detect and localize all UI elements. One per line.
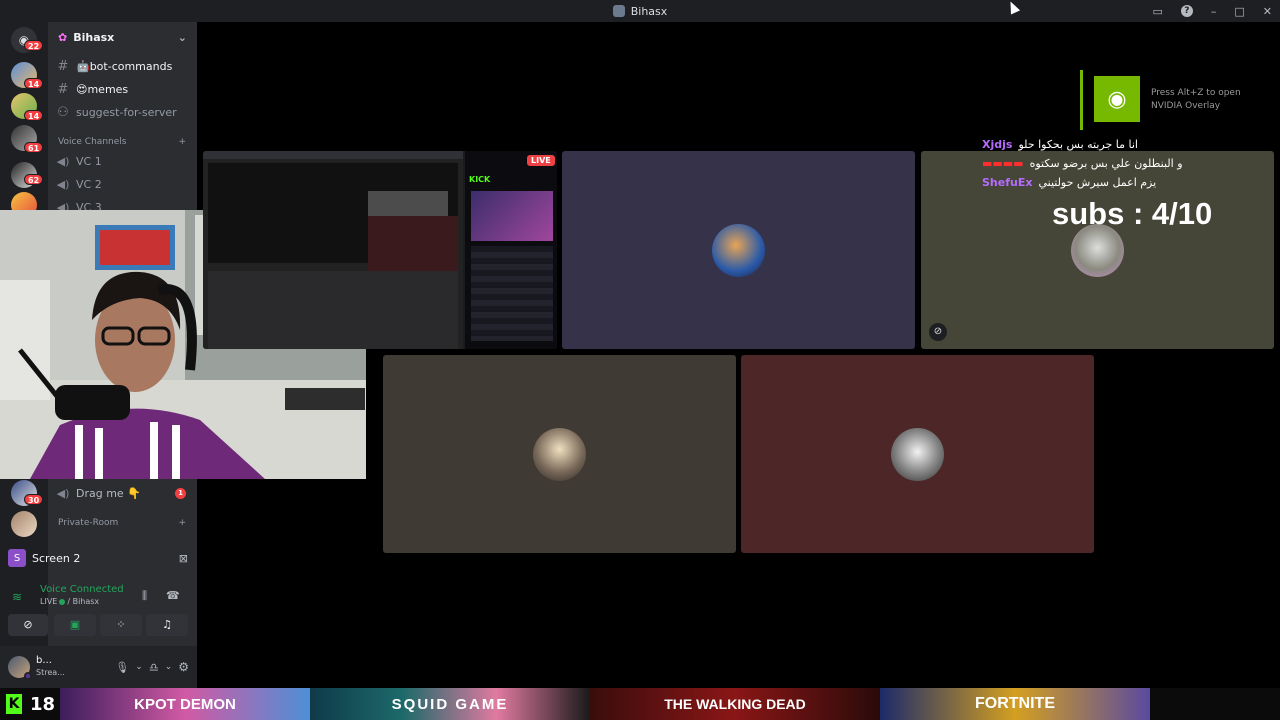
- category-private-room[interactable]: Private-Room +: [58, 518, 186, 528]
- channel-suggest[interactable]: ⚇ suggest-for-server: [56, 102, 177, 122]
- user-panel: b... Strea... 🎙 ⌄ ♎ ⌄ ⚙: [0, 646, 197, 688]
- inbox-icon[interactable]: ▭: [1152, 5, 1162, 18]
- server-header[interactable]: ✿ Bihasx ⌄: [48, 22, 197, 52]
- connection-icon: ≋: [12, 590, 23, 604]
- badge-count: 22: [24, 40, 44, 51]
- kick-viewer-count: 18: [30, 693, 56, 715]
- participant-tile[interactable]: [383, 355, 736, 553]
- chevron-down-icon[interactable]: ⌄: [135, 662, 143, 672]
- disconnect-icon[interactable]: ☎: [166, 589, 180, 602]
- add-channel-icon[interactable]: +: [178, 518, 186, 528]
- voice-status: Voice Connected: [40, 584, 124, 595]
- badge-count: 1: [175, 488, 186, 499]
- avatar: [533, 428, 586, 481]
- screen-share-button[interactable]: ▣: [54, 614, 96, 636]
- headphones-icon[interactable]: ♎: [149, 661, 159, 674]
- participant-tile[interactable]: [741, 355, 1094, 553]
- channel-bot-commands[interactable]: # 🤖bot-commands: [56, 56, 173, 76]
- voice-sub: LIVE / Bihasx: [40, 597, 100, 606]
- chat-message: ▬▬▬▬ و البنطلون علي بس برضو سكتوه: [982, 154, 1183, 173]
- chat-text: و البنطلون علي بس برضو سكتوه: [1029, 157, 1183, 170]
- stream-tile[interactable]: KICK LIVE: [203, 151, 557, 349]
- user-info[interactable]: b... Strea...: [36, 655, 65, 679]
- maximize-button[interactable]: □: [1234, 5, 1244, 18]
- stop-stream-icon[interactable]: ⊠: [179, 552, 188, 565]
- mic-icon[interactable]: 🎙: [115, 661, 129, 674]
- window-controls: ▭ ? – □ ✕: [1152, 0, 1272, 22]
- chat-username: ShefuEx: [982, 176, 1033, 189]
- close-button[interactable]: ✕: [1263, 5, 1272, 18]
- minimize-button[interactable]: –: [1211, 5, 1217, 18]
- badge-count: 61: [24, 142, 44, 153]
- speaker-icon: ◀): [56, 177, 70, 191]
- live-badge: LIVE: [527, 155, 555, 166]
- activities-button[interactable]: ⁘: [100, 614, 142, 636]
- hash-icon: #: [57, 58, 69, 74]
- server-icon[interactable]: [11, 511, 37, 537]
- kick-logo: KICK: [469, 175, 491, 184]
- promo-thumb: KPOT DEMON: [60, 688, 310, 720]
- hash-icon: #: [57, 81, 69, 97]
- soundboard-button[interactable]: ♫: [146, 614, 188, 636]
- server-avatar-icon: [612, 5, 625, 17]
- server-boost-icon: ✿: [58, 30, 68, 44]
- nvidia-overlay-hint: ◉ Press Alt+Z to open NVIDIA Overlay: [1080, 70, 1280, 130]
- badge-count: 14: [24, 78, 44, 89]
- forum-icon: ⚇: [57, 104, 69, 120]
- subs-goal: subs : 4/10: [1052, 196, 1213, 231]
- kick-logo-icon: K: [6, 694, 22, 714]
- settings-gear-icon[interactable]: ⚙: [178, 660, 189, 674]
- kick-chat-panel: KICK: [465, 151, 557, 349]
- voice-channel[interactable]: ◀) VC 2: [56, 174, 102, 194]
- avatar[interactable]: [8, 656, 32, 680]
- chat-text: يزم اعمل سيرش حولتيني: [1038, 176, 1157, 189]
- chat-username: Xjdjs: [982, 138, 1013, 151]
- live-dot-icon: [59, 598, 66, 605]
- promo-thumb: FORTNITE: [880, 688, 1150, 720]
- badge-count: 30: [24, 494, 44, 505]
- promo-thumb: THE WALKING DEAD: [590, 688, 880, 720]
- chat-message: ShefuEx يزم اعمل سيرش حولتيني: [982, 173, 1183, 192]
- add-channel-icon[interactable]: +: [178, 137, 186, 147]
- status-dot-icon: [24, 672, 32, 680]
- badge-count: 62: [24, 174, 44, 185]
- voice-waveform-icon[interactable]: ⫼: [142, 589, 147, 603]
- participant-tile[interactable]: [562, 151, 915, 349]
- voice-channel[interactable]: ◀) VC 1: [56, 151, 102, 171]
- category-voice-channels[interactable]: Voice Channels +: [58, 137, 186, 147]
- chat-username: ▬▬▬▬: [982, 157, 1024, 170]
- mute-icon: ⊘: [929, 323, 947, 341]
- chat-message: Xjdjs انا ما جربته بس بحكوا حلو: [982, 135, 1183, 154]
- stream-screen: [203, 151, 463, 349]
- speaker-icon: ◀): [56, 154, 70, 168]
- chevron-down-icon[interactable]: ⌄: [165, 662, 173, 672]
- speaker-icon: ◀): [56, 486, 70, 500]
- chat-text: انا ما جربته بس بحكوا حلو: [1018, 138, 1138, 151]
- channel-memes[interactable]: # 😍memes: [56, 79, 129, 99]
- chevron-down-icon: ⌄: [177, 30, 187, 44]
- help-icon[interactable]: ?: [1180, 5, 1193, 17]
- badge-count: 14: [24, 110, 44, 121]
- screen-letter-icon: S: [8, 549, 26, 567]
- screen-share-row[interactable]: S Screen 2 ⊠: [8, 546, 188, 570]
- avatar: [712, 224, 765, 277]
- avatar: [891, 428, 944, 481]
- promo-thumb: SQUID GAME: [310, 688, 590, 720]
- nvidia-logo-icon: ◉: [1094, 76, 1140, 122]
- camera-off-button[interactable]: ⊘: [8, 614, 48, 636]
- voice-channel-drag[interactable]: ◀) Drag me 👇: [56, 483, 141, 503]
- window-title: Bihasx: [612, 5, 667, 18]
- title-bar: Bihasx ▭ ? – □ ✕: [0, 0, 1280, 22]
- chat-overlay: Xjdjs انا ما جربته بس بحكوا حلو ▬▬▬▬ و ا…: [982, 135, 1183, 192]
